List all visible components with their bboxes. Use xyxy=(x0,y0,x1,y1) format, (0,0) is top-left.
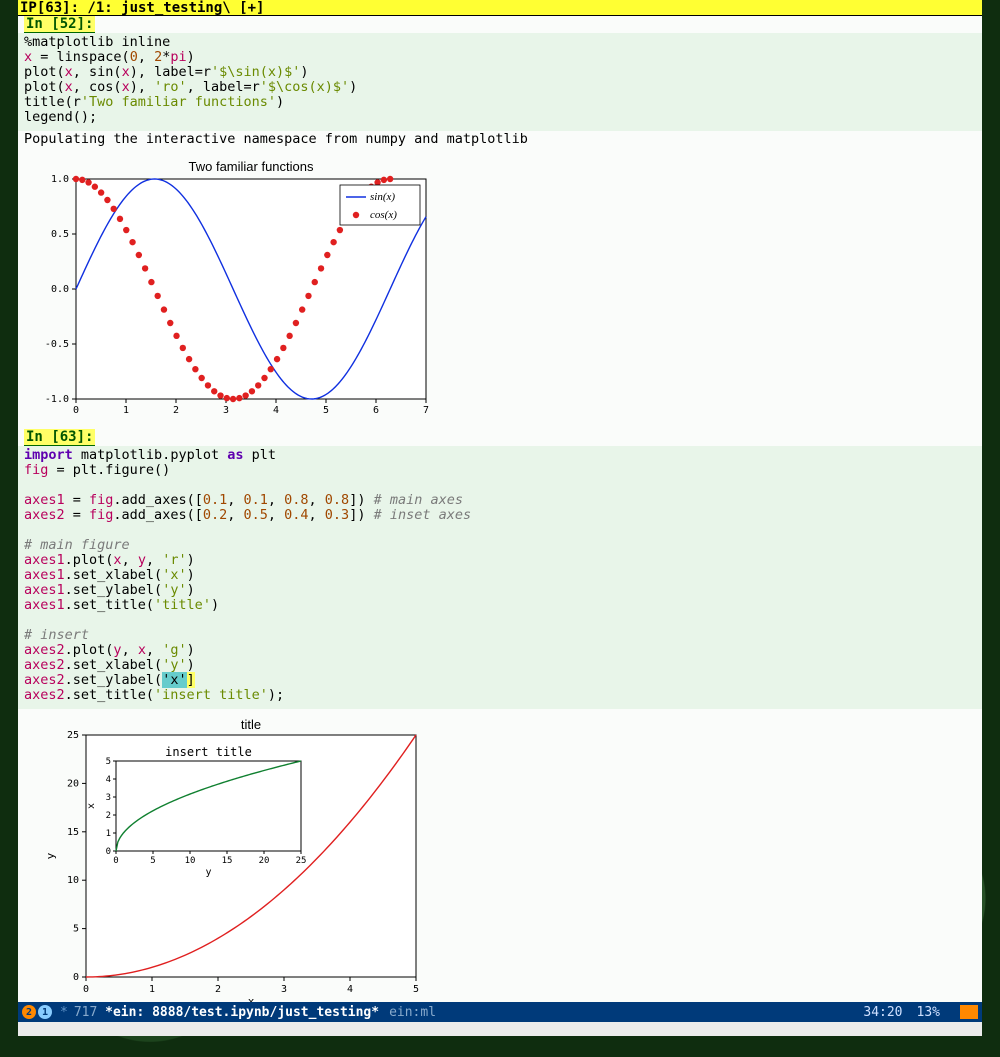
scroll-percent: 13% xyxy=(917,1005,940,1020)
svg-text:20: 20 xyxy=(259,856,270,866)
svg-text:15: 15 xyxy=(222,856,233,866)
chart-title-inset: title0123450510152025xyinsert title05101… xyxy=(36,717,436,1007)
svg-text:5: 5 xyxy=(73,924,79,935)
cell-prompt: In [52]: xyxy=(24,16,95,33)
modeline-end-icon xyxy=(960,1005,978,1019)
svg-text:-0.5: -0.5 xyxy=(45,339,69,350)
plot-output-1: Two familiar functions 0 1 2 3 4 5 6 7 -1.0 -0.5 0.… xyxy=(18,151,982,429)
code-block[interactable]: import matplotlib.pyplot as plt fig = pl… xyxy=(18,446,982,709)
editor-window: IP[63]: /1: just_testing\ [+] In [52]: %… xyxy=(18,0,982,1017)
svg-text:0: 0 xyxy=(73,405,79,416)
svg-text:0.5: 0.5 xyxy=(51,229,69,240)
workspace-chip-2[interactable]: 1 xyxy=(38,1005,52,1019)
svg-text:0: 0 xyxy=(106,847,111,857)
svg-text:3: 3 xyxy=(106,793,111,803)
svg-text:0.0: 0.0 xyxy=(51,284,69,295)
notebook-cell-1[interactable]: In [52]: %matplotlib inline x = linspace… xyxy=(18,16,982,429)
svg-text:x: x xyxy=(86,803,97,809)
svg-text:1: 1 xyxy=(123,405,129,416)
svg-text:3: 3 xyxy=(281,984,287,995)
svg-text:7: 7 xyxy=(423,405,429,416)
svg-text:1: 1 xyxy=(106,829,111,839)
minibuffer[interactable] xyxy=(18,1022,982,1036)
code-block[interactable]: %matplotlib inline x = linspace(0, 2*pi)… xyxy=(18,33,982,131)
cell-prompt: In [63]: xyxy=(24,429,95,446)
svg-text:Two familiar functions: Two familiar functions xyxy=(189,159,314,174)
svg-text:4: 4 xyxy=(273,405,279,416)
svg-text:1.0: 1.0 xyxy=(51,174,69,185)
svg-text:y: y xyxy=(44,852,57,859)
svg-text:10: 10 xyxy=(185,856,196,866)
svg-text:25: 25 xyxy=(296,856,307,866)
svg-text:15: 15 xyxy=(67,827,79,838)
cell-output-text: Populating the interactive namespace fro… xyxy=(18,131,982,151)
minor-mode: ein:ml xyxy=(389,1005,436,1020)
svg-text:4: 4 xyxy=(347,984,353,995)
svg-text:20: 20 xyxy=(67,778,79,789)
svg-text:2: 2 xyxy=(173,405,179,416)
svg-text:0: 0 xyxy=(73,972,79,983)
svg-text:5: 5 xyxy=(150,856,155,866)
modified-indicator: * xyxy=(60,1005,68,1020)
svg-text:5: 5 xyxy=(413,984,419,995)
svg-text:2: 2 xyxy=(215,984,221,995)
svg-text:2: 2 xyxy=(106,811,111,821)
title-bar: IP[63]: /1: just_testing\ [+] xyxy=(18,0,982,16)
svg-text:10: 10 xyxy=(67,875,79,886)
svg-text:6: 6 xyxy=(373,405,379,416)
svg-text:y: y xyxy=(205,867,211,878)
svg-text:4: 4 xyxy=(106,775,111,785)
line-count: 717 xyxy=(74,1005,97,1020)
plot-output-2: title0123450510152025xyinsert title05101… xyxy=(18,709,982,1017)
svg-text:0: 0 xyxy=(83,984,89,995)
svg-text:25: 25 xyxy=(67,730,79,741)
notebook-cell-2[interactable]: In [63]: import matplotlib.pyplot as plt… xyxy=(18,429,982,1017)
chart-two-familiar: Two familiar functions 0 1 2 3 4 5 6 7 -1.0 -0.5 0.… xyxy=(36,159,431,419)
svg-text:title: title xyxy=(241,717,261,732)
svg-text:5: 5 xyxy=(106,757,111,767)
svg-text:insert title: insert title xyxy=(165,745,252,759)
mode-line: 2 1 * 717 *ein: 8888/test.ipynb/just_tes… xyxy=(18,1002,982,1022)
buffer-name[interactable]: *ein: 8888/test.ipynb/just_testing* xyxy=(105,1005,379,1020)
svg-text:cos(x): cos(x) xyxy=(370,209,397,221)
svg-text:3: 3 xyxy=(223,405,229,416)
svg-text:1: 1 xyxy=(149,984,155,995)
workspace-chip-1[interactable]: 2 xyxy=(22,1005,36,1019)
svg-text:sin(x): sin(x) xyxy=(370,191,395,203)
cursor-position: 34:20 xyxy=(863,1005,902,1020)
svg-text:5: 5 xyxy=(323,405,329,416)
svg-text:0: 0 xyxy=(113,856,118,866)
svg-text:-1.0: -1.0 xyxy=(45,394,69,405)
